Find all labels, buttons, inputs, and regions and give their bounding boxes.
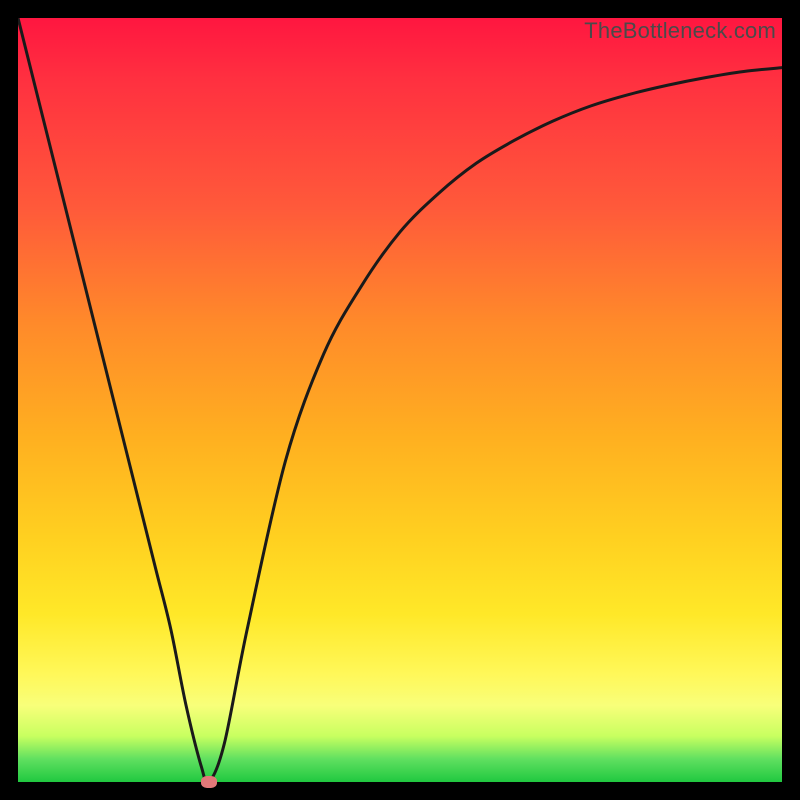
chart-frame: TheBottleneck.com — [18, 18, 782, 782]
watermark-text: TheBottleneck.com — [584, 18, 776, 44]
chart-plot-area — [18, 18, 782, 782]
